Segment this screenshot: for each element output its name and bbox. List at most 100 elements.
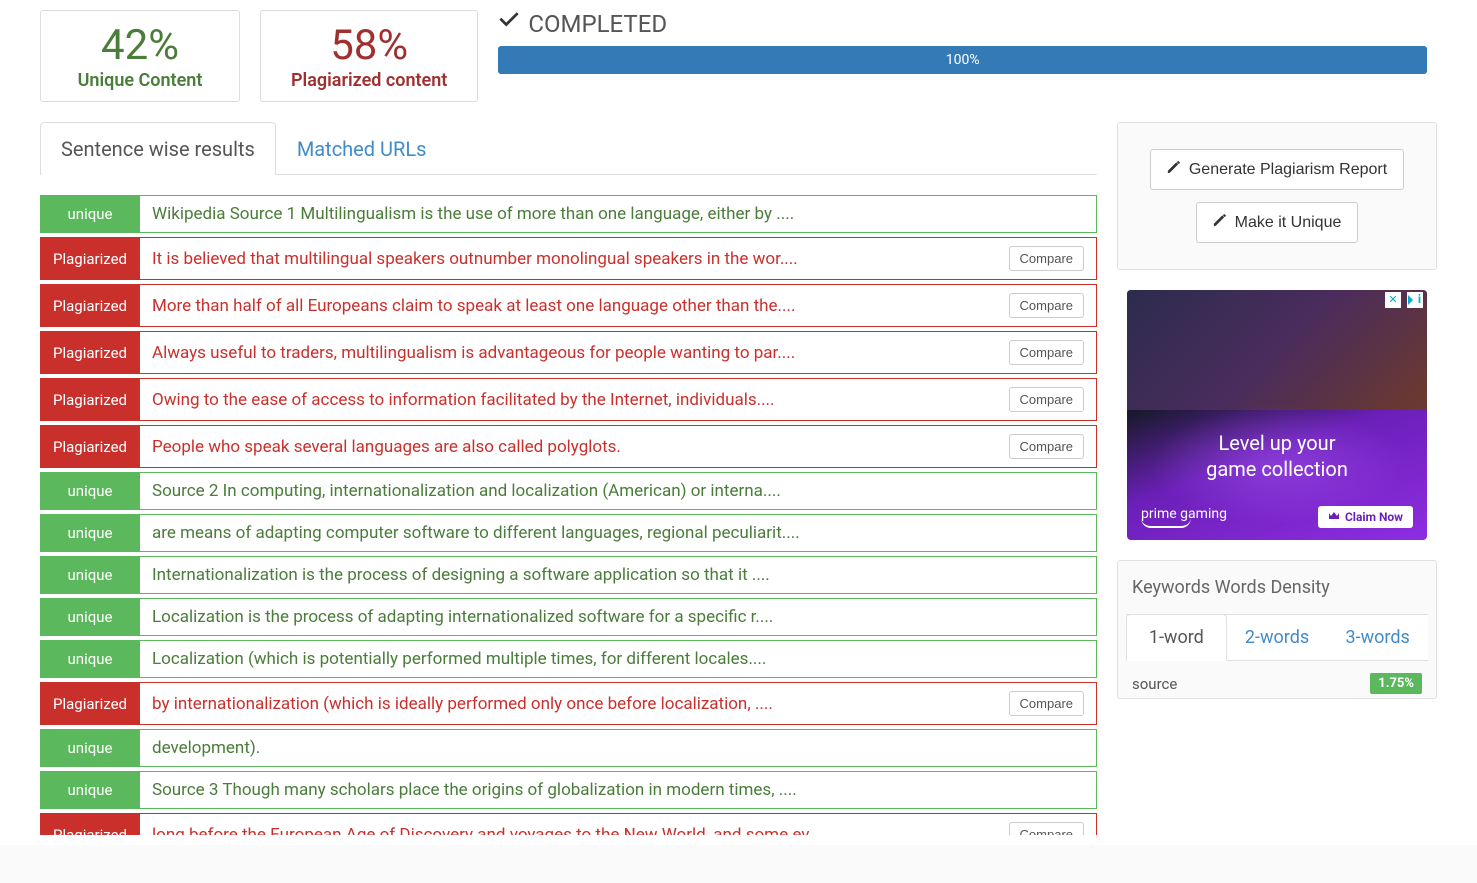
sentence-row: PlagiarizedOwing to the ease of access t… [40, 378, 1097, 421]
sentence-text: Source 3 Though many scholars place the … [152, 780, 1084, 800]
unique-stat-box: 42% Unique Content [40, 10, 240, 102]
generate-report-button[interactable]: Generate Plagiarism Report [1150, 149, 1404, 190]
sentence-row: uniqueLocalization (which is potentially… [40, 640, 1097, 678]
generate-report-label: Generate Plagiarism Report [1189, 161, 1387, 179]
ad-cta-label: Claim Now [1345, 510, 1403, 524]
sentence-body[interactable]: Localization (which is potentially perfo… [140, 640, 1097, 678]
sentence-row: Plagiarized It is believed that multiling… [40, 237, 1097, 280]
sentence-text: by internationalization (which is ideall… [152, 694, 999, 714]
status-text: COMPLETED [528, 10, 667, 38]
pencil-icon [1167, 160, 1181, 179]
keyword-word: source [1132, 675, 1177, 693]
sentence-body[interactable]: People who speak several languages are a… [140, 425, 1097, 468]
sentence-row: unique are means of adapting computer sof… [40, 514, 1097, 552]
sentence-text: development). [152, 738, 1084, 758]
status-label-row: COMPLETED [498, 10, 1427, 38]
sentence-results-list[interactable]: unique Wikipedia Source 1 Multilingualism… [40, 195, 1097, 835]
sentence-body[interactable]: by internationalization (which is ideall… [140, 682, 1097, 725]
make-unique-label: Make it Unique [1235, 214, 1342, 232]
sentence-body[interactable]: Internationalization is the process of d… [140, 556, 1097, 594]
compare-button[interactable]: Compare [1009, 691, 1084, 716]
unique-percentage: 42% [71, 21, 209, 70]
keyword-percentage: 1.75% [1370, 673, 1422, 694]
keywords-title: Keywords Words Density [1118, 561, 1436, 614]
plagiarized-stat-box: 58% Plagiarized content [260, 10, 478, 102]
advertisement[interactable]: ✕ Level up your game collection prime ga… [1127, 290, 1427, 540]
sentence-row: Plagiarized People who speak several lang… [40, 425, 1097, 468]
plagiarized-percentage: 58% [291, 21, 447, 70]
summary-row: 42% Unique Content 58% Plagiarized conte… [40, 10, 1437, 102]
progress-bar: 100% [498, 46, 1427, 74]
unique-label: Unique Content [71, 70, 209, 91]
sentence-row: unique Internationalization is the proces… [40, 556, 1097, 594]
plagiarized-badge: Plagiarized [40, 813, 140, 835]
unique-badge: unique [40, 195, 140, 233]
plagiarized-badge: Plagiarized [40, 425, 140, 468]
sentence-text: long before the European Age of Discover… [152, 825, 999, 836]
unique-badge: unique [40, 472, 140, 510]
sentence-body[interactable]: long before the European Age of Discover… [140, 813, 1097, 835]
progress-text: 100% [946, 52, 980, 68]
result-tabs: Sentence wise results Matched URLs [40, 122, 1097, 175]
ad-cta-button[interactable]: Claim Now [1318, 506, 1413, 528]
sentence-body[interactable]: Owing to the ease of access to informati… [140, 378, 1097, 421]
ad-close-icon[interactable]: ✕ [1385, 292, 1401, 308]
sentence-row: Plagiarized long before the European Age … [40, 813, 1097, 835]
sentence-body[interactable]: Wikipedia Source 1 Multilingualism is th… [140, 195, 1097, 233]
sentence-row: unique Source 2 In computing, internation… [40, 472, 1097, 510]
unique-badge: unique [40, 598, 140, 636]
sentence-body[interactable]: It is believed that multilingual speaker… [140, 237, 1097, 280]
unique-badge: unique [40, 556, 140, 594]
sentence-text: Wikipedia Source 1 Multilingualism is th… [152, 204, 1084, 224]
compare-button[interactable]: Compare [1009, 340, 1084, 365]
kw-tab-3words[interactable]: 3-words [1327, 614, 1428, 661]
sentence-body[interactable]: More than half of all Europeans claim to… [140, 284, 1097, 327]
sentence-text: Source 2 In computing, internationalizat… [152, 481, 1084, 501]
sentence-row: unique Source 3 Though many scholars plac… [40, 771, 1097, 809]
kw-tab-2words[interactable]: 2-words [1227, 614, 1328, 661]
keyword-row: source 1.75% [1118, 661, 1436, 698]
tab-sentence-results[interactable]: Sentence wise results [40, 122, 276, 175]
sentence-body[interactable]: are means of adapting computer software … [140, 514, 1097, 552]
sentence-text: People who speak several languages are a… [152, 437, 999, 457]
status-area: COMPLETED 100% [498, 10, 1437, 74]
compare-button[interactable]: Compare [1009, 246, 1084, 271]
crown-icon [1328, 510, 1340, 524]
compare-button[interactable]: Compare [1009, 387, 1084, 412]
compare-button[interactable]: Compare [1009, 434, 1084, 459]
pencil-icon [1213, 213, 1227, 232]
ad-info-icon[interactable] [1407, 292, 1423, 308]
plagiarized-badge: Plagiarized [40, 284, 140, 327]
sentence-text: It is believed that multilingual speaker… [152, 249, 999, 269]
unique-badge: unique [40, 771, 140, 809]
ad-image [1127, 290, 1427, 410]
sentence-text: Always useful to traders, multilingualis… [152, 343, 999, 363]
sentence-row: Plagiarized More than half of all Europea… [40, 284, 1097, 327]
sentence-row: unique Wikipedia Source 1 Multilingualism… [40, 195, 1097, 233]
keywords-panel: Keywords Words Density 1-word 2-words 3-… [1117, 560, 1437, 699]
keywords-tabs: 1-word 2-words 3-words [1126, 614, 1428, 661]
kw-tab-1word[interactable]: 1-word [1126, 614, 1227, 661]
plagiarized-badge: Plagiarized [40, 331, 140, 374]
ad-headline: Level up your game collection [1127, 430, 1427, 482]
sentence-text: More than half of all Europeans claim to… [152, 296, 999, 316]
sentence-body[interactable]: Always useful to traders, multilingualis… [140, 331, 1097, 374]
compare-button[interactable]: Compare [1009, 822, 1084, 835]
sentence-row: uniqueLocalization is the process of ada… [40, 598, 1097, 636]
sentence-body[interactable]: Localization is the process of adapting … [140, 598, 1097, 636]
sentence-text: Internationalization is the process of d… [152, 565, 1084, 585]
actions-panel: Generate Plagiarism Report Make it Uniqu… [1117, 122, 1437, 270]
sentence-body[interactable]: development). [140, 729, 1097, 767]
unique-badge: unique [40, 514, 140, 552]
sentence-body[interactable]: Source 3 Though many scholars place the … [140, 771, 1097, 809]
plagiarized-badge: Plagiarized [40, 378, 140, 421]
plagiarized-badge: Plagiarized [40, 237, 140, 280]
make-unique-button[interactable]: Make it Unique [1196, 202, 1359, 243]
tab-matched-urls[interactable]: Matched URLs [276, 122, 448, 175]
sentence-row: Plagiarizedby internationalization (whic… [40, 682, 1097, 725]
compare-button[interactable]: Compare [1009, 293, 1084, 318]
sentence-text: are means of adapting computer software … [152, 523, 1084, 543]
ad-brand: prime gaming [1141, 506, 1227, 528]
sentence-body[interactable]: Source 2 In computing, internationalizat… [140, 472, 1097, 510]
sentence-text: Localization (which is potentially perfo… [152, 649, 1084, 669]
